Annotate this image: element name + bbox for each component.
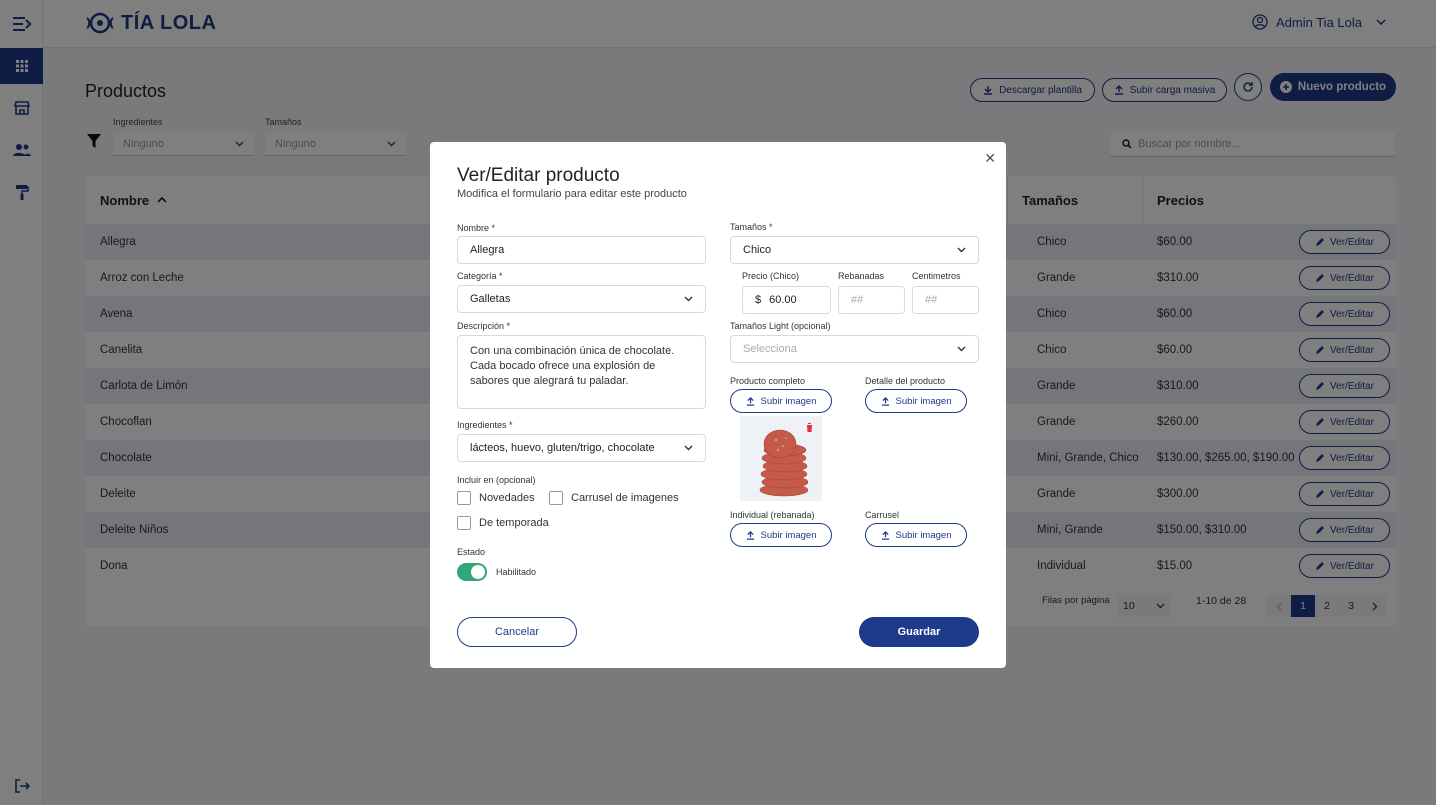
close-icon[interactable]: ✕: [984, 150, 996, 167]
name-input[interactable]: Allegra: [457, 236, 706, 264]
upload-icon: [881, 530, 889, 540]
description-textarea[interactable]: Con una combinación única de chocolate. …: [457, 335, 706, 409]
checkbox-carousel[interactable]: Carrusel de imagenes: [549, 491, 679, 505]
price-currency: $: [755, 294, 762, 306]
price-value: 60.00: [769, 294, 797, 306]
name-label: Nombre *: [457, 223, 496, 233]
cm-input[interactable]: ##: [912, 286, 979, 314]
slices-label: Rebanadas: [838, 271, 885, 281]
status-toggle[interactable]: [457, 563, 487, 581]
sizes-value: Chico: [743, 244, 772, 256]
ingredients-value: lácteos, huevo, gluten/trigo, chocolate: [470, 442, 655, 454]
modal-subtitle: Modifica el formulario para editar este …: [457, 188, 687, 200]
upload-detail-label: Subir imagen: [895, 395, 952, 407]
description-label: Descripción *: [457, 321, 511, 331]
category-select[interactable]: Galletas: [457, 285, 706, 313]
cm-label: Centimetros: [912, 271, 961, 281]
ingredients-label: Ingredientes *: [457, 420, 513, 430]
checkbox-novedades-label: Novedades: [479, 492, 535, 504]
upload-full-button[interactable]: Subir imagen: [730, 389, 832, 413]
cm-placeholder: ##: [925, 294, 938, 306]
light-sizes-select[interactable]: Selecciona: [730, 335, 979, 363]
status-value: Habilitado: [496, 567, 537, 577]
slices-placeholder: ##: [851, 294, 864, 306]
category-label: Categoría *: [457, 271, 503, 281]
upload-single-label: Subir imagen: [760, 529, 817, 541]
chevron-down-icon: [684, 445, 693, 451]
sizes-select[interactable]: Chico: [730, 236, 979, 264]
category-value: Galletas: [470, 293, 511, 305]
save-button[interactable]: Guardar: [859, 617, 979, 647]
sizes-label: Tamaños *: [730, 222, 773, 232]
include-label: Incluir en (opcional): [457, 475, 536, 485]
img-carousel-label: Carrusel: [865, 510, 900, 520]
price-label: Precio (Chico): [742, 271, 800, 281]
chevron-down-icon: [957, 247, 966, 253]
upload-carousel-label: Subir imagen: [895, 529, 952, 541]
cancel-button[interactable]: Cancelar: [457, 617, 577, 647]
checkbox-box[interactable]: [457, 516, 471, 530]
checkbox-seasonal-label: De temporada: [479, 517, 549, 529]
img-single-label: Individual (rebanada): [730, 510, 815, 520]
upload-icon: [746, 396, 754, 406]
img-full-label: Producto completo: [730, 376, 806, 386]
upload-single-button[interactable]: Subir imagen: [730, 523, 832, 547]
ingredients-select[interactable]: lácteos, huevo, gluten/trigo, chocolate: [457, 434, 706, 462]
upload-icon: [881, 396, 889, 406]
slices-input[interactable]: ##: [838, 286, 905, 314]
modal-title: Ver/Editar producto: [457, 165, 620, 186]
checkbox-box[interactable]: [549, 491, 563, 505]
chevron-down-icon: [957, 346, 966, 352]
upload-full-label: Subir imagen: [760, 395, 817, 407]
price-input[interactable]: $ 60.00: [742, 286, 831, 314]
light-sizes-label: Tamaños Light (opcional): [730, 321, 831, 331]
status-label: Estado: [457, 547, 486, 557]
edit-product-modal: ✕ Ver/Editar producto Modifica el formul…: [430, 142, 1006, 668]
chevron-down-icon: [684, 296, 693, 302]
checkbox-seasonal[interactable]: De temporada: [457, 516, 549, 530]
checkbox-novedades[interactable]: Novedades: [457, 491, 535, 505]
upload-icon: [746, 530, 754, 540]
light-sizes-placeholder: Selecciona: [743, 343, 797, 355]
img-detail-label: Detalle del producto: [865, 376, 946, 386]
delete-image-icon[interactable]: [805, 422, 814, 435]
name-value: Allegra: [470, 244, 505, 256]
upload-detail-button[interactable]: Subir imagen: [865, 389, 967, 413]
checkbox-box[interactable]: [457, 491, 471, 505]
upload-carousel-button[interactable]: Subir imagen: [865, 523, 967, 547]
product-image-thumbnail: [740, 416, 822, 501]
checkbox-carousel-label: Carrusel de imagenes: [571, 492, 679, 504]
